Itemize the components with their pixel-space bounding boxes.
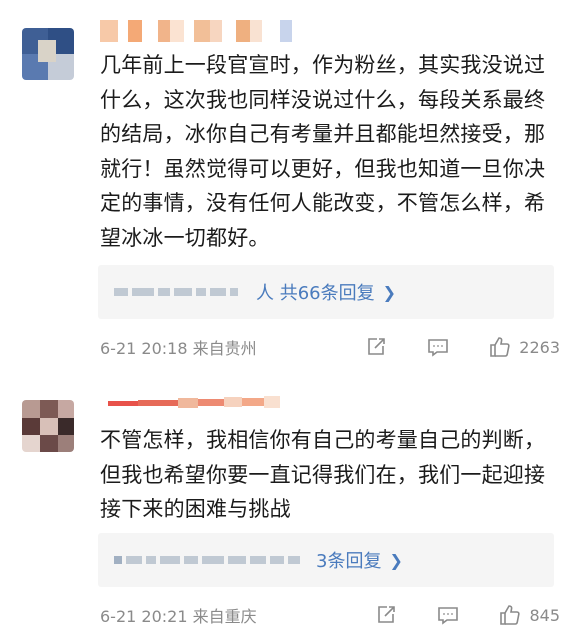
action-bar: 2263 [363, 333, 560, 361]
reply-usernames [114, 550, 304, 570]
share-icon[interactable] [373, 602, 399, 628]
comment-item: 不管怎样，我相信你有自己的考量自己的判断，但我也希望你要一直记得我们在，我们一起… [0, 375, 573, 640]
meta-row: 6-21 20:21 来自重庆 845 [100, 601, 560, 629]
username[interactable] [108, 393, 293, 411]
reply-count-label: 人 共66条回复 [256, 283, 375, 304]
username[interactable] [100, 20, 300, 42]
time-location: 6-21 20:18 来自贵州 [100, 339, 257, 358]
reply-box[interactable]: 3条回复 ❯ [98, 533, 554, 587]
comment-item: 几年前上一段官宣时，作为粉丝，其实我没说过什么，这次我也同样没说过什么，每段关系… [0, 0, 573, 375]
avatar[interactable] [22, 400, 74, 452]
thumbs-up-icon[interactable] [487, 334, 513, 360]
like-count: 845 [529, 605, 560, 625]
chevron-right-icon: ❯ [389, 550, 403, 570]
comment-text: 几年前上一段官宣时，作为粉丝，其实我没说过什么，这次我也同样没说过什么，每段关系… [100, 53, 546, 250]
reply-usernames [114, 282, 242, 302]
thumbs-up-icon[interactable] [497, 602, 523, 628]
like-count: 2263 [519, 337, 560, 357]
time-location: 6-21 20:21 来自重庆 [100, 607, 257, 626]
comment-text: 不管怎样，我相信你有自己的考量自己的判断，但我也希望你要一直记得我们在，我们一起… [100, 428, 546, 521]
chevron-right-icon: ❯ [382, 282, 397, 302]
comment-icon[interactable] [435, 602, 461, 628]
reply-count-label: 3条回复 [316, 551, 382, 572]
avatar[interactable] [22, 28, 74, 80]
reply-box[interactable]: 人 共66条回复 ❯ [98, 265, 554, 319]
action-bar: 845 [373, 601, 560, 629]
reply-count-link[interactable]: 人 共66条回复 ❯ [256, 279, 396, 305]
comment-icon[interactable] [425, 334, 451, 360]
share-icon[interactable] [363, 334, 389, 360]
meta-row: 6-21 20:18 来自贵州 2263 [100, 333, 560, 361]
reply-count-link[interactable]: 3条回复 ❯ [316, 547, 403, 573]
